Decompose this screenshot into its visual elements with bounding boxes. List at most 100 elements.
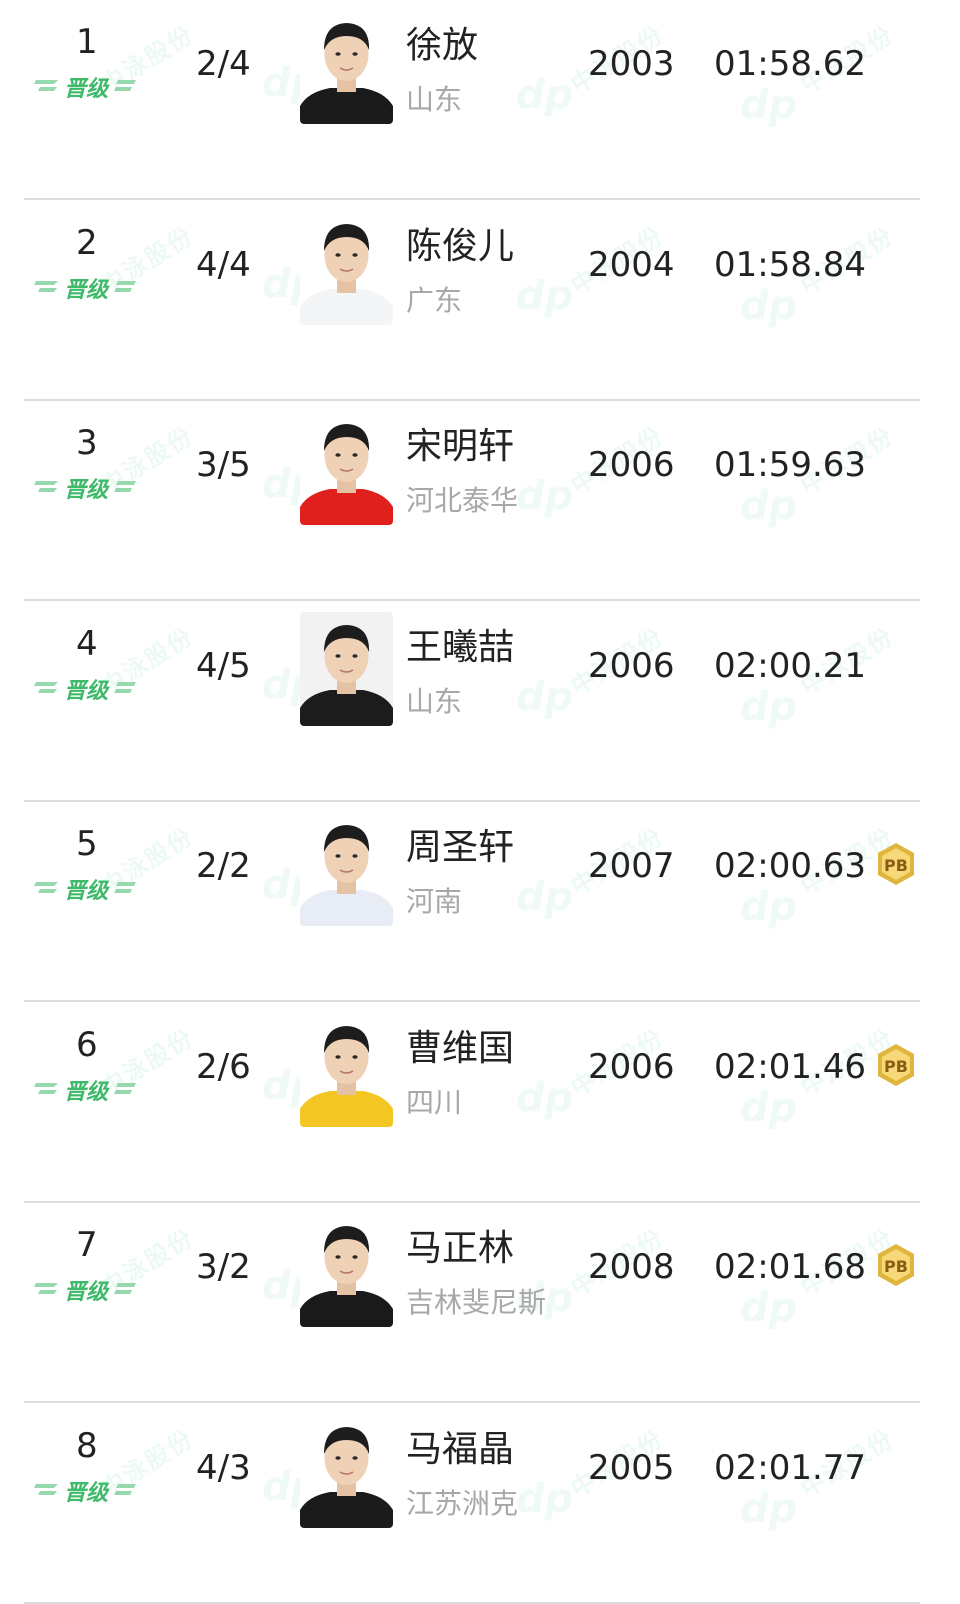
avatar[interactable]: [300, 10, 393, 124]
athlete-name[interactable]: 马正林: [406, 1219, 514, 1271]
result-row[interactable]: 中泳股份 中泳股份 中泳股份 dp dp dp 4 晋级 4/5 王曦喆 山东 2006 02:0…: [24, 602, 920, 802]
watermark-logo-icon: dp: [740, 683, 798, 730]
watermark-logo-icon: dp: [740, 1084, 798, 1131]
birth-year: 2003: [588, 44, 675, 84]
heat-lane: 3/2: [196, 1247, 251, 1287]
birth-year: 2005: [588, 1447, 675, 1488]
result-time: 01:58.84: [714, 244, 867, 285]
athlete-name[interactable]: 周圣轩: [406, 818, 514, 870]
avatar[interactable]: [300, 611, 393, 726]
athlete-name[interactable]: 马福晶: [406, 1420, 514, 1472]
result-row[interactable]: 中泳股份 中泳股份 中泳股份 dp dp dp 1 晋级 2/4 徐放 山东 2003 01:58…: [24, 0, 920, 200]
svg-text:晋级: 晋级: [64, 477, 110, 503]
pb-badge-icon: PB: [872, 840, 920, 888]
svg-text:晋级: 晋级: [64, 277, 110, 303]
team-name: 江苏洲克: [406, 1486, 519, 1520]
team-name: 广东: [406, 283, 463, 317]
avatar[interactable]: [300, 1413, 393, 1528]
watermark-logo-icon: dp: [516, 673, 574, 720]
pb-badge-icon: PB: [872, 1241, 920, 1289]
heat-lane: 4/3: [196, 1447, 251, 1488]
result-time: 02:01.77: [714, 1447, 867, 1488]
result-time: 01:58.62: [714, 44, 867, 84]
result-time: 01:59.63: [714, 445, 867, 485]
svg-text:PB: PB: [884, 1257, 908, 1276]
qualified-badge: 晋级: [34, 1075, 138, 1105]
athlete-name[interactable]: 徐放: [406, 16, 478, 68]
result-row[interactable]: 中泳股份 中泳股份 中泳股份 dp dp dp 7 晋级 3/2 马正林 吉林斐尼斯 2008 0…: [24, 1203, 920, 1403]
birth-year: 2006: [588, 1046, 675, 1087]
result-time: 02:00.63: [714, 846, 867, 886]
watermark-logo-icon: dp: [516, 874, 574, 920]
qualified-badge: 晋级: [34, 273, 138, 303]
watermark-logo-icon: dp: [740, 1485, 798, 1532]
heat-lane: 3/5: [196, 445, 251, 485]
result-row[interactable]: 中泳股份 中泳股份 中泳股份 dp dp dp 8 晋级 4/3 马福晶 江苏洲克 2005 02…: [24, 1404, 920, 1604]
watermark-logo-icon: dp: [740, 1285, 798, 1331]
watermark-logo-icon: dp: [740, 282, 798, 329]
qualified-badge: 晋级: [34, 874, 138, 904]
svg-text:晋级: 晋级: [64, 878, 110, 904]
results-list: 中泳股份 中泳股份 中泳股份 dp dp dp 1 晋级 2/4 徐放 山东 2003 01:58…: [0, 0, 960, 1604]
athlete-name[interactable]: 陈俊儿: [406, 217, 514, 269]
result-row[interactable]: 中泳股份 中泳股份 中泳股份 dp dp dp 5 晋级 2/2 周圣轩 河南 2007 02:0…: [24, 802, 920, 1002]
team-name: 河南: [406, 885, 463, 918]
watermark-logo-icon: dp: [740, 884, 798, 930]
watermark-logo-icon: dp: [516, 1475, 574, 1522]
team-name: 山东: [406, 83, 463, 116]
athlete-name[interactable]: 曹维国: [406, 1019, 514, 1071]
athlete-name[interactable]: 宋明轩: [406, 417, 514, 469]
rank: 7: [76, 1225, 98, 1265]
avatar[interactable]: [300, 1213, 393, 1327]
rank: 5: [76, 824, 98, 864]
birth-year: 2007: [588, 846, 675, 886]
result-time: 02:00.21: [714, 645, 867, 686]
birth-year: 2008: [588, 1247, 675, 1287]
rank: 1: [76, 22, 98, 62]
avatar[interactable]: [300, 812, 393, 926]
rank: 2: [76, 222, 98, 263]
team-name: 河北泰华: [406, 484, 519, 517]
heat-lane: 4/5: [196, 645, 251, 686]
heat-lane: 2/2: [196, 846, 251, 886]
rank: 6: [76, 1024, 98, 1065]
watermark-logo-icon: dp: [740, 483, 798, 529]
team-name: 吉林斐尼斯: [406, 1286, 547, 1319]
watermark-logo-icon: dp: [516, 272, 574, 319]
heat-lane: 2/6: [196, 1046, 251, 1087]
team-name: 山东: [406, 684, 463, 718]
rank: 3: [76, 423, 98, 463]
heat-lane: 2/4: [196, 44, 251, 84]
rank: 4: [76, 623, 98, 664]
result-row[interactable]: 中泳股份 中泳股份 中泳股份 dp dp dp 3 晋级 3/5 宋明轩 河北泰华 2006 01…: [24, 401, 920, 601]
qualified-badge: 晋级: [34, 1476, 138, 1506]
result-time: 02:01.68: [714, 1247, 867, 1287]
watermark-logo-icon: dp: [516, 473, 574, 519]
qualified-badge: 晋级: [34, 674, 138, 704]
svg-text:晋级: 晋级: [64, 678, 110, 704]
qualified-badge: 晋级: [34, 473, 138, 503]
athlete-name[interactable]: 王曦喆: [406, 618, 514, 670]
avatar[interactable]: [300, 210, 393, 325]
watermark-logo-icon: dp: [740, 82, 798, 128]
heat-lane: 4/4: [196, 244, 251, 285]
qualified-badge: 晋级: [34, 1275, 138, 1305]
birth-year: 2004: [588, 244, 675, 285]
pb-badge-icon: PB: [872, 1041, 920, 1089]
svg-text:PB: PB: [884, 1057, 908, 1076]
svg-text:晋级: 晋级: [64, 76, 110, 102]
avatar[interactable]: [300, 1012, 393, 1127]
result-time: 02:01.46: [714, 1046, 867, 1087]
result-row[interactable]: 中泳股份 中泳股份 中泳股份 dp dp dp 2 晋级 4/4 陈俊儿 广东 2004 01:5…: [24, 201, 920, 401]
birth-year: 2006: [588, 645, 675, 686]
svg-text:晋级: 晋级: [64, 1079, 110, 1105]
svg-text:PB: PB: [884, 856, 908, 875]
result-row[interactable]: 中泳股份 中泳股份 中泳股份 dp dp dp 6 晋级 2/6 曹维国 四川 2006 02:0…: [24, 1003, 920, 1203]
birth-year: 2006: [588, 445, 675, 485]
avatar[interactable]: [300, 411, 393, 525]
watermark-logo-icon: dp: [516, 72, 574, 118]
rank: 8: [76, 1425, 98, 1466]
svg-text:晋级: 晋级: [64, 1480, 110, 1506]
qualified-badge: 晋级: [34, 72, 138, 102]
team-name: 四川: [406, 1085, 463, 1119]
